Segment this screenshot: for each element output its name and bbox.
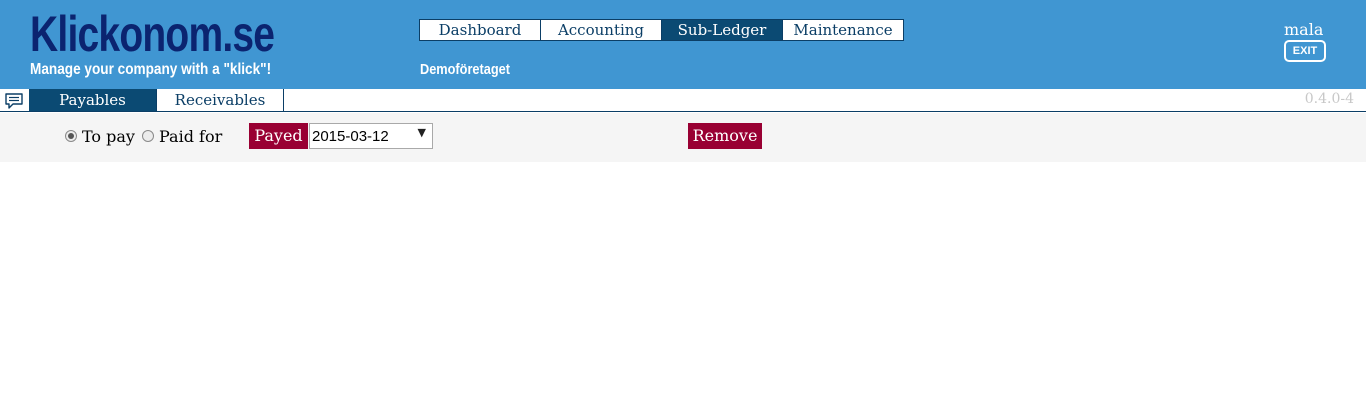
company-name: Demoföretaget [420, 61, 510, 78]
tab-maintenance[interactable]: Maintenance [783, 20, 903, 40]
version-label: 0.4.0-4 [1304, 91, 1354, 107]
radio-paid-for-label: Paid for [159, 126, 223, 146]
payed-button[interactable]: Payed [249, 123, 308, 149]
sub-nav: Payables Receivables 0.4.0-4 [0, 89, 1366, 112]
username: mala [1284, 20, 1324, 39]
date-select[interactable]: 2015-03-12 ▼ [309, 123, 433, 149]
filter-bar: To pay Paid for Payed 2015-03-12 ▼ Remov… [0, 113, 1366, 162]
sub-tabs: Payables Receivables [29, 89, 284, 111]
main-nav: Dashboard Accounting Sub-Ledger Maintena… [419, 19, 904, 41]
tab-payables[interactable]: Payables [29, 89, 157, 111]
radio-to-pay[interactable]: To pay [65, 126, 135, 146]
radio-to-pay-label: To pay [82, 126, 135, 146]
app-header: Klickonom.se Manage your company with a … [0, 0, 1366, 89]
radio-paid-for[interactable]: Paid for [142, 126, 222, 146]
tab-dashboard[interactable]: Dashboard [420, 20, 541, 40]
radio-paid-for-indicator[interactable] [142, 130, 154, 142]
tab-receivables[interactable]: Receivables [157, 89, 284, 111]
exit-button[interactable]: EXIT [1284, 40, 1326, 62]
date-select-value: 2015-03-12 [312, 128, 389, 145]
chat-icon[interactable] [4, 92, 24, 110]
tab-accounting[interactable]: Accounting [541, 20, 662, 40]
chevron-down-icon: ▼ [417, 126, 426, 139]
tab-sub-ledger[interactable]: Sub-Ledger [662, 20, 783, 40]
radio-to-pay-indicator[interactable] [65, 130, 77, 142]
remove-button[interactable]: Remove [688, 123, 762, 149]
brand-tagline: Manage your company with a "klick"! [30, 61, 272, 78]
brand-logo[interactable]: Klickonom.se [30, 2, 275, 66]
